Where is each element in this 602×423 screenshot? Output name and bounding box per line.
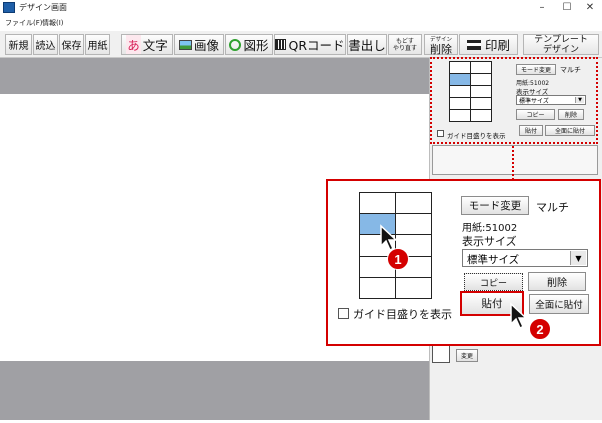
delete-design-line2: 削除 [430,42,452,56]
image-button[interactable]: 画像 [174,34,224,55]
paste-button-small[interactable]: 貼付 [519,125,543,136]
grid-cell[interactable] [358,277,396,300]
guide-label: ガイド目盛りを表示 [353,308,452,321]
image-button-label: 画像 [193,38,219,53]
save-button[interactable]: 保存 [59,34,84,55]
size-select[interactable]: 標準サイズ ▼ [462,249,588,267]
text-button-label: 文字 [142,38,168,53]
grid-cell[interactable] [394,277,432,300]
printer-icon [466,39,481,50]
print-button[interactable]: 印刷 [459,34,518,55]
paper-label: 用紙:51002 [462,223,518,234]
size-select-small[interactable]: 標準サイズ ▼ [516,95,586,105]
chevron-down-icon: ▼ [570,251,586,265]
menu-file[interactable]: ファイル(F) [5,18,43,28]
step-2-badge: 2 [529,318,551,340]
mode-value-small: マルチ [560,66,581,74]
mode-value: マルチ [536,201,569,214]
template-design-button[interactable]: テンプレート デザイン [523,34,599,55]
redo-label: やり直す [392,44,417,52]
undo-label: もどす [396,37,414,45]
paste-all-button-small[interactable]: 全面に貼付 [545,125,595,136]
app-icon [3,2,15,13]
size-value: 標準サイズ [467,254,520,266]
guide-label-small: ガイド目盛りを表示 [447,132,506,140]
guide-checkbox-small[interactable] [437,130,444,137]
title-bar [0,0,602,16]
qr-button-label: QRコード [288,38,345,53]
shape-button[interactable]: 図形 [225,34,273,55]
delete-button[interactable]: 削除 [528,272,586,291]
change-button[interactable]: 変更 [456,349,478,362]
grid-cell[interactable] [358,191,396,214]
guide-checkbox[interactable] [338,308,349,319]
paste-all-button[interactable]: 全面に貼付 [529,294,589,314]
circle-icon [229,38,242,51]
copy-button[interactable]: コピー [464,273,523,291]
shape-button-label: 図形 [243,38,269,53]
color-swatch[interactable] [432,345,450,363]
size-label: 表示サイズ [462,235,517,248]
copy-button-small[interactable]: コピー [516,109,555,120]
print-button-label: 印刷 [484,38,510,53]
menu-info[interactable]: 情報(I) [42,18,64,28]
undo-redo-button[interactable]: もどす やり直す [388,34,422,55]
template-line2: デザイン [542,44,579,55]
layout-grid-small[interactable] [448,60,492,123]
text-icon: あ [126,35,141,54]
size-value-small: 標準サイズ [519,98,549,105]
panel-field [432,145,598,175]
close-button[interactable]: ✕ [575,0,602,16]
export-button[interactable]: 書出し [347,34,387,55]
qr-icon [275,39,287,50]
grid-cell[interactable] [394,191,432,214]
window-title: デザイン画面 [19,3,67,12]
grid-cell[interactable] [394,212,432,236]
delete-design-button[interactable]: デザイン 削除 [424,34,458,55]
chevron-down-icon: ▼ [575,97,584,103]
new-button[interactable]: 新規 [5,34,32,55]
mode-change-button[interactable]: モード変更 [461,196,529,215]
grid-cell[interactable] [469,109,492,123]
qr-code-button[interactable]: QRコード [274,34,346,55]
callout-connector [512,146,514,180]
text-button[interactable]: あ 文字 [121,34,173,55]
mode-change-button-small[interactable]: モード変更 [516,64,556,75]
load-button[interactable]: 読込 [33,34,58,55]
grid-cell[interactable] [448,109,471,123]
menu-bar [0,16,602,30]
template-line1: テンプレート [534,34,588,45]
mouse-cursor-icon [510,302,528,330]
step-1-badge: 1 [387,248,409,270]
image-icon [178,39,192,50]
paper-button[interactable]: 用紙 [85,34,110,55]
delete-button-small[interactable]: 削除 [558,109,584,120]
